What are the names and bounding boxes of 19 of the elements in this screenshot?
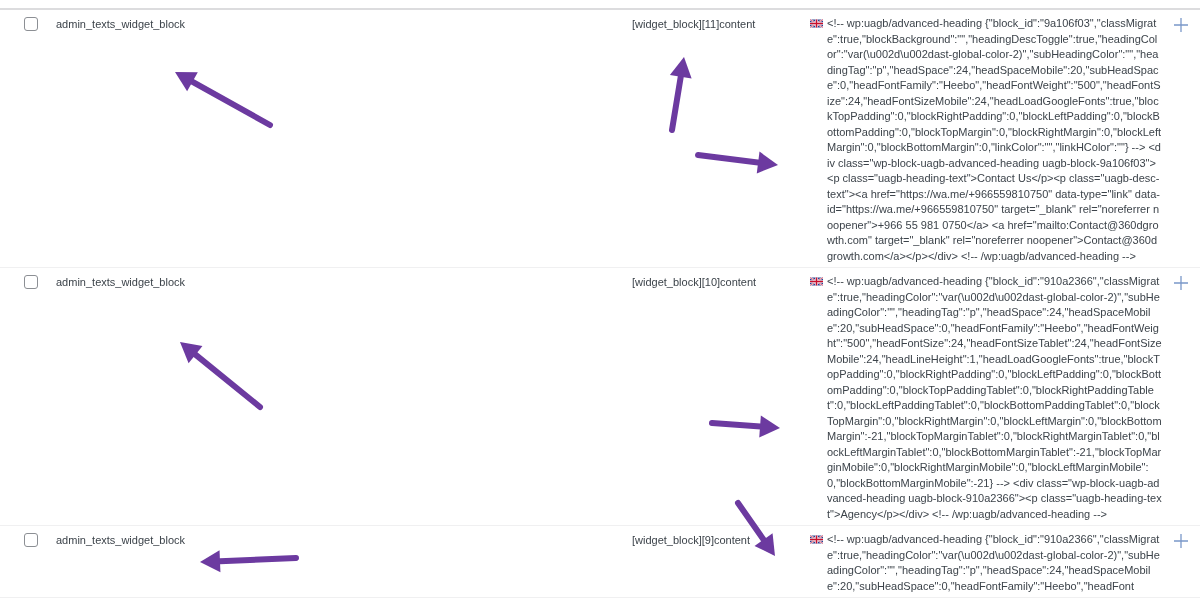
domain-cell: admin_texts_widget_block xyxy=(56,534,186,546)
flag-icon xyxy=(810,19,823,28)
name-cell: [widget_block][10]content xyxy=(632,276,757,288)
flag-icon xyxy=(810,535,823,544)
domain-cell: admin_texts_widget_block xyxy=(56,18,186,30)
domain-cell: admin_texts_widget_block xyxy=(56,276,186,288)
name-cell: [widget_block][11]content xyxy=(632,18,756,30)
row-checkbox[interactable] xyxy=(24,275,38,289)
string-cell: <!-- wp:uagb/advanced-heading {"block_id":"9a106f03","classMigrate":true,"blockBackground":"","headingDescToggle":true,"headingColor":"var(\u002d\u002dast-global-color-2)","subHeadingColor":"","headingTag":"p","headSpace":24,"headSpaceMobile":20,"subHeadSpace":0,"headFontFamily":"Heebo","headFontWeight":"500","headFontSize":24,"headFontSizeMobile":24,"headLoadGoogleFonts":true,"blockTopPadding":0,"blockRightPadding":0,"blockLeftPadding":0,"blockBottomPadding":0,"blockTopMargin":0,"blockRightMargin":0,"blockLeftMargin":0,"blockBottomMargin":0,"linkColor":"","linkHColor":""} --> <div class="wp-block-uagb-advanced-heading uagb-block-9a106f03"><p class="uagb-heading-text">Contact Us</p><p class="uagb-desc-text"><a href="https://wa.me/+966559810750" data-type="link" data-id="https://wa.me/+966559810750" target="_blank" rel="noreferrer noopener">+966 55 981 0750</a> <a href="mailto:Contact@360dgrowth.com" target="_blank" rel="noreferrer noopener">Contact@360dgrowth.com</a></p></div> <!-- /wp:uagb/advanced-heading --> xyxy=(827,16,1162,264)
name-cell: [widget_block][9]content xyxy=(632,534,751,546)
row-checkbox[interactable] xyxy=(24,533,38,547)
add-icon[interactable] xyxy=(1174,18,1188,32)
add-icon[interactable] xyxy=(1174,276,1188,290)
string-cell: <!-- wp:uagb/advanced-heading {"block_id":"910a2366","classMigrate":true,"headingColor":"var(\u002d\u002dast-global-color-2)","subHeadingColor":"","headingTag":"p","headSpace":24,"headSpaceMobile":20,"subHeadSpace":0,"headFontFamily":"Heebo","headFontWeight":"500","headFontSize":24,"headFontSizeTablet":24,"headFontSizeMobile":24,"headLineHeight":1,"headLoadGoogleFonts":true,"blockTopPadding":0,"blockRightPadding":0,"blockLeftPadding":0,"blockBottomPadding":0,"blockTopPaddingTablet":0,"blockRightPaddingTablet":0,"blockLeftPaddingTablet":0,"blockBottomPaddingTablet":0,"blockTopMargin":0,"blockRightMargin":0,"blockLeftMargin":0,"blockBottomMargin":-21,"blockTopMarginTablet":0,"blockRightMarginTablet":0,"blockLeftMarginTablet":0,"blockBottomMarginTablet":-21,"blockTopMarginMobile":0,"blockRightMarginMobile":0,"blockLeftMarginMobile":0,"blockBottomMarginMobile":-21} --> <div class="wp-block-uagb-advanced-heading uagb-block-910a2366"><p class="uagb-heading-text">Agency</p></div> <!-- /wp:uagb/advanced-heading --> xyxy=(827,274,1162,522)
string-cell-text: <!-- wp:uagb/advanced-heading {"block_id":"910a2366","classMigrate":true,"headingColor":"var(\u002d\u002dast-global-color-2)","subHeadingColor":"","headingTag":"p","headSpace":24,"headSpaceMobile":20,"subHeadSpace":0,"headFontFamily":"Heebo","headFont xyxy=(827,532,1161,594)
flag-icon xyxy=(810,277,823,286)
row-checkbox[interactable] xyxy=(24,17,38,31)
annotation-arrow xyxy=(709,415,780,438)
add-icon[interactable] xyxy=(1174,534,1188,548)
